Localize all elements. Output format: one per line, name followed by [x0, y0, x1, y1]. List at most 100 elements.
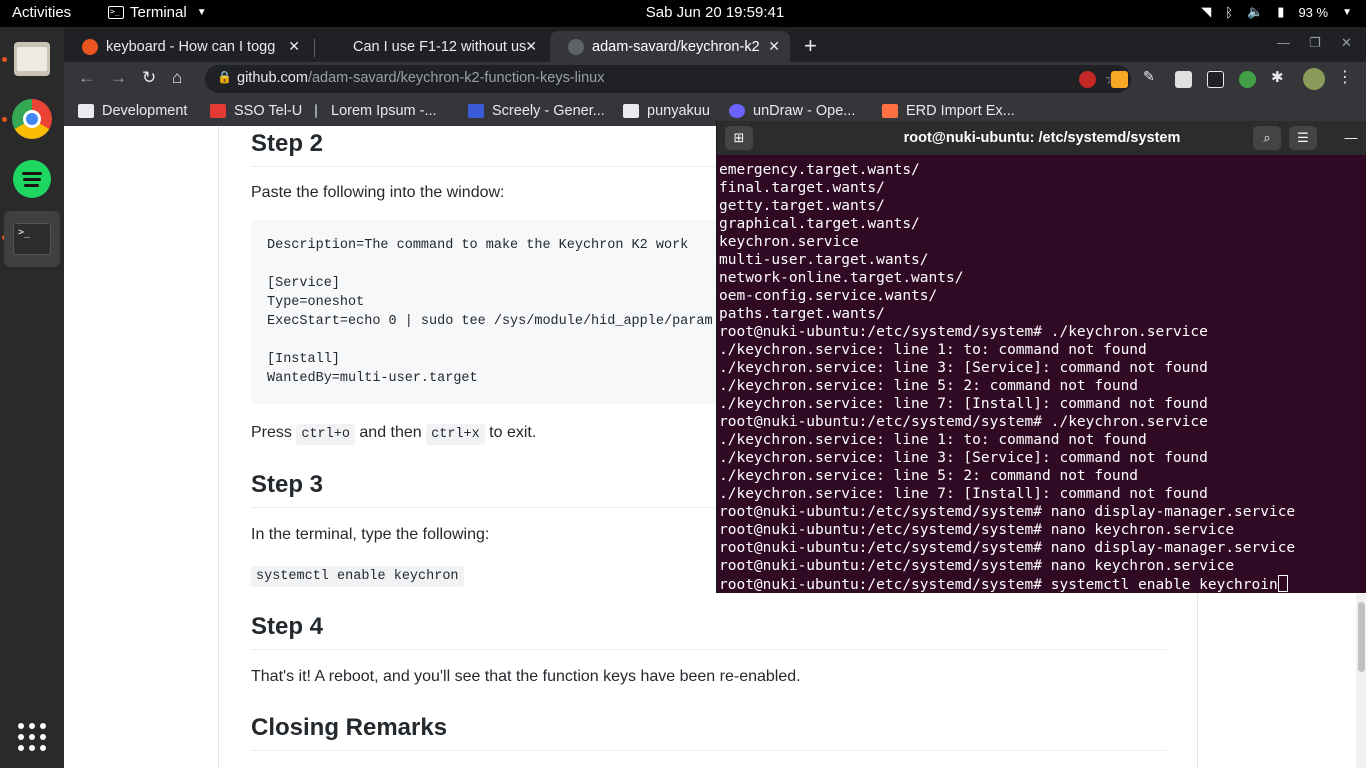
text-span: Press	[251, 424, 297, 441]
github-favicon-icon	[568, 38, 584, 55]
bookmark-label: ERD Import Ex...	[906, 103, 1015, 119]
bookmark-lorem-ipsum[interactable]: Lorem Ipsum -...	[315, 103, 437, 119]
avatar[interactable]	[1303, 68, 1325, 90]
tab-keyboard[interactable]: keyboard - How can I togg ✕	[64, 31, 310, 62]
bookmark-label: SSO Tel-U	[234, 103, 303, 119]
chrome-icon	[12, 99, 52, 139]
terminal-line: keychron.service	[719, 234, 859, 250]
battery-icon: ▮	[1277, 4, 1285, 19]
hamburger-menu-icon[interactable]: ☰	[1289, 126, 1317, 150]
new-tab-button[interactable]: +	[804, 33, 817, 59]
search-icon[interactable]: ⌕	[1253, 126, 1281, 150]
terminal-line: graphical.target.wants/	[719, 216, 920, 232]
tab-github[interactable]: adam-savard/keychron-k2 ✕	[550, 31, 790, 62]
maximize-button[interactable]: ❐	[1309, 35, 1321, 51]
home-icon[interactable]: ⌂	[172, 68, 182, 88]
inline-code: ctrl+x	[426, 424, 485, 445]
closing-remarks-heading: Closing Remarks	[251, 714, 1166, 751]
terminal-output[interactable]: emergency.target.wants/final.target.want…	[719, 161, 1359, 594]
folder-icon	[78, 104, 94, 118]
sso-icon	[210, 104, 226, 118]
bookmark-erd-import[interactable]: ERD Import Ex...	[882, 103, 1015, 119]
bookmark-label: Development	[102, 103, 188, 119]
tab-title: keyboard - How can I togg	[106, 38, 276, 55]
close-icon[interactable]: ✕	[768, 38, 780, 55]
forward-icon[interactable]: →	[110, 68, 127, 88]
terminal-line: ./keychron.service: line 1: to: command …	[719, 342, 1147, 358]
bookmark-screely[interactable]: Screely - Gener...	[468, 103, 605, 119]
press-keys-text: Press ctrl+o and then ctrl+x to exit.	[251, 424, 537, 445]
extension-icon[interactable]	[1207, 71, 1224, 88]
terminal-line: ./keychron.service: line 5: 2: command n…	[719, 378, 1139, 394]
bluetooth-icon: ᛒ	[1225, 4, 1234, 20]
bookmark-sso-tel-u[interactable]: SSO Tel-U	[210, 103, 302, 119]
tab-separator	[314, 39, 315, 57]
clock[interactable]: Sab Jun 20 19:59:41	[0, 4, 1366, 21]
terminal-lines: emergency.target.wants/final.target.want…	[719, 161, 1359, 575]
terminal-line: root@nuki-ubuntu:/etc/systemd/system# ./…	[719, 324, 1208, 340]
files-icon	[14, 42, 50, 76]
system-tray[interactable]: ◥ ᛒ 🔈 ▮ 93 % ▼	[1201, 4, 1352, 20]
page-favicon-icon	[337, 39, 345, 55]
bookmark-label: Lorem Ipsum -...	[331, 103, 437, 119]
inline-code: systemctl enable keychron	[251, 566, 464, 587]
text-span: to exit.	[484, 424, 537, 441]
terminal-prompt: root@nuki-ubuntu:/etc/systemd/system#	[719, 577, 1051, 593]
page-scrollbar[interactable]	[1356, 594, 1366, 768]
lock-icon: 🔒	[217, 70, 232, 84]
text-cursor	[1277, 575, 1288, 592]
step4-text: That's it! A reboot, and you'll see that…	[251, 668, 801, 685]
dock-item-chrome[interactable]	[4, 91, 60, 147]
dock-item-terminal[interactable]: >_	[4, 211, 60, 267]
tab-f1-12[interactable]: Can I use F1-12 without us ✕	[319, 31, 547, 62]
adblock-plus-icon[interactable]	[1079, 71, 1096, 88]
close-icon[interactable]: ✕	[288, 38, 300, 55]
bookmark-punyakuu[interactable]: punyakuu	[623, 103, 710, 119]
step3-code-line: systemctl enable keychron	[251, 566, 464, 587]
window-close-button[interactable]: ✕	[1341, 35, 1352, 51]
terminal-line: paths.target.wants/	[719, 306, 885, 322]
close-icon[interactable]: —	[1337, 126, 1365, 150]
step4-heading: Step 4	[251, 613, 1166, 650]
terminal-input-line[interactable]: root@nuki-ubuntu:/etc/systemd/system# sy…	[719, 575, 1359, 594]
terminal-line: multi-user.target.wants/	[719, 252, 929, 268]
dock-item-files[interactable]	[4, 31, 60, 87]
terminal-line: oem-config.service.wants/	[719, 288, 938, 304]
back-icon[interactable]: ←	[78, 68, 95, 88]
battery-percent: 93 %	[1298, 4, 1329, 20]
erd-icon	[882, 104, 898, 118]
reload-icon[interactable]: ↻	[142, 68, 156, 88]
minimize-button[interactable]: —	[1277, 35, 1290, 50]
terminal-line: final.target.wants/	[719, 180, 885, 196]
extension-icon[interactable]	[1239, 71, 1256, 88]
pen-icon[interactable]: ✎	[1143, 68, 1160, 85]
tab-title: Can I use F1-12 without us	[353, 38, 527, 55]
close-icon[interactable]: ✕	[525, 38, 537, 55]
terminal-window[interactable]: ⊞ root@nuki-ubuntu: /etc/systemd/system …	[716, 121, 1366, 593]
dock: >_	[0, 27, 64, 768]
undraw-icon	[729, 104, 745, 118]
extension-icon[interactable]	[1111, 71, 1128, 88]
puzzle-icon[interactable]: ✱	[1271, 68, 1288, 86]
bookmark-undraw[interactable]: unDraw - Ope...	[729, 103, 855, 119]
terminal-line: ./keychron.service: line 3: [Service]: c…	[719, 450, 1208, 466]
terminal-line: root@nuki-ubuntu:/etc/systemd/system# na…	[719, 558, 1235, 574]
notes-icon[interactable]	[1175, 71, 1192, 88]
terminal-line: ./keychron.service: line 7: [Install]: c…	[719, 396, 1208, 412]
url-host: github.com	[237, 70, 308, 86]
scrollbar-thumb[interactable]	[1358, 602, 1365, 672]
lorem-ipsum-icon	[315, 104, 323, 118]
address-bar[interactable]: 🔒 github.com/adam-savard/keychron-k2-fun…	[205, 65, 1131, 93]
terminal-current-input[interactable]: systemctl enable keychroin	[1051, 577, 1278, 593]
step2-text: Paste the following into the window:	[251, 184, 505, 201]
dock-item-spotify[interactable]	[4, 151, 60, 207]
terminal-line: ./keychron.service: line 1: to: command …	[719, 432, 1147, 448]
show-applications-icon[interactable]	[18, 723, 46, 751]
chevron-down-icon: ▼	[1342, 6, 1352, 18]
terminal-header-bar: ⊞ root@nuki-ubuntu: /etc/systemd/system …	[717, 121, 1366, 155]
menu-kebab-icon[interactable]: ⋮	[1337, 67, 1354, 86]
spotify-icon	[13, 160, 51, 198]
bookmark-label: Screely - Gener...	[492, 103, 605, 119]
wifi-icon: ◥	[1201, 4, 1212, 19]
bookmark-development[interactable]: Development	[78, 103, 187, 119]
